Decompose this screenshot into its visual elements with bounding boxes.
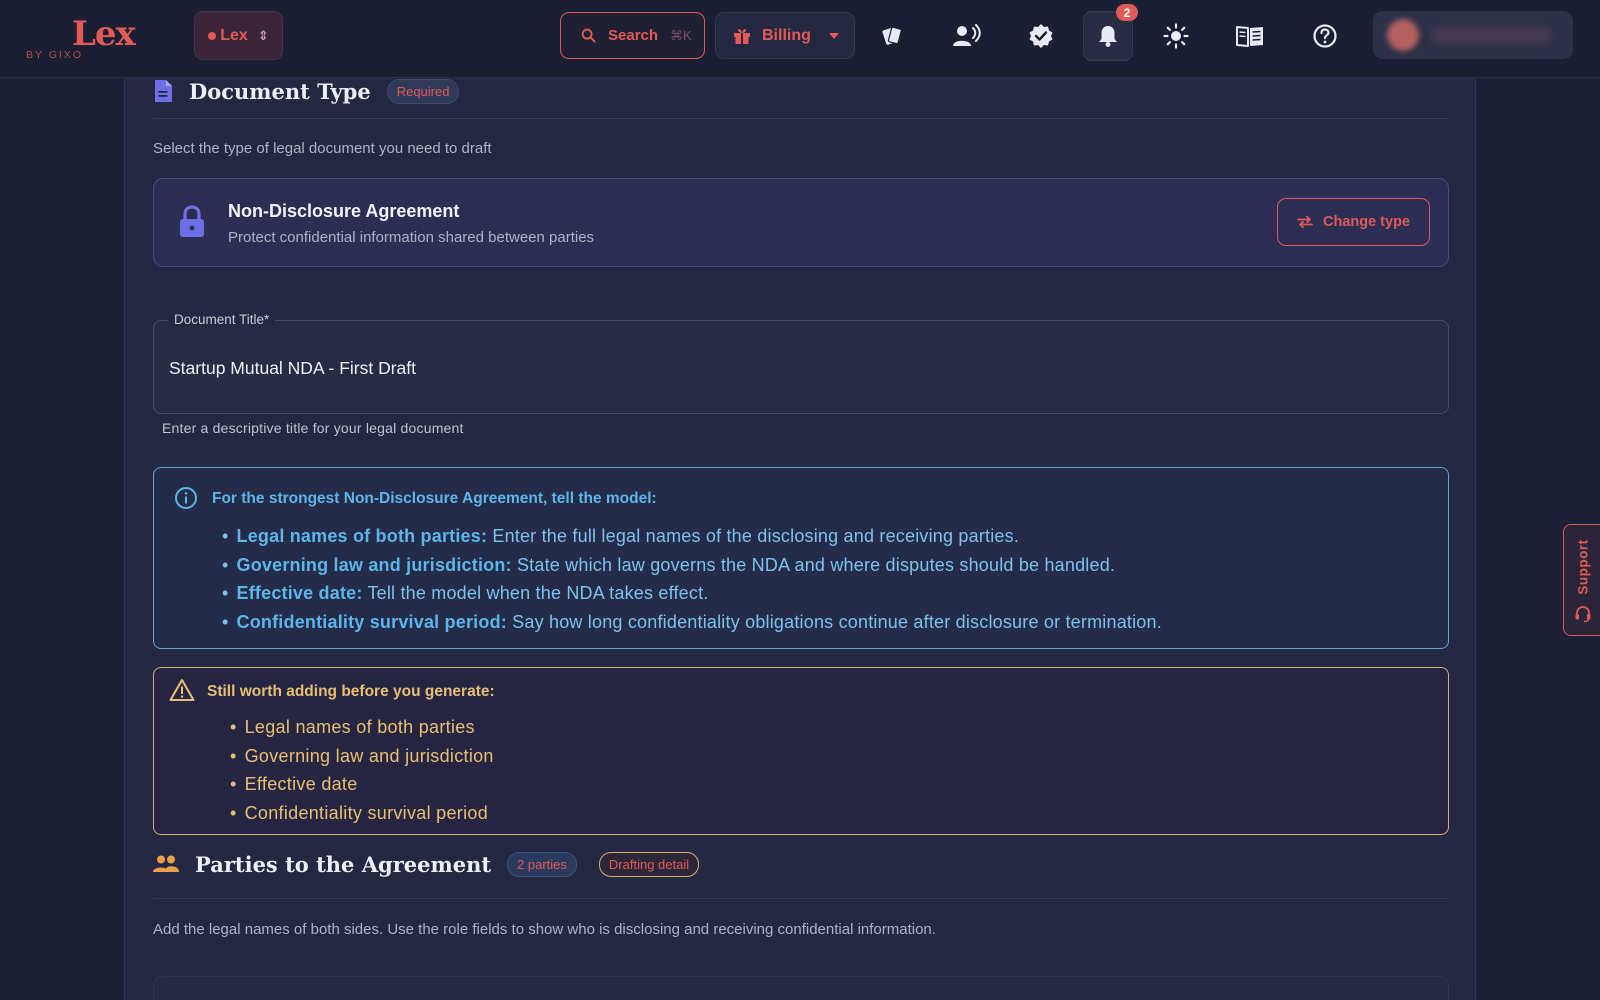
warning-heading: Still worth adding before you generate:: [207, 683, 495, 700]
help-button[interactable]: [1300, 11, 1350, 61]
drafting-detail-badge: Drafting detail: [598, 851, 700, 877]
change-type-label: Change type: [1322, 214, 1410, 230]
tip-term: Confidentiality survival period:: [236, 611, 507, 632]
notifications-button[interactable]: 2: [1083, 4, 1138, 61]
divider: [153, 898, 1449, 899]
user-name-redacted: [1431, 27, 1551, 43]
lock-icon: [180, 205, 204, 237]
workspace-switcher[interactable]: Lex ⇕: [194, 11, 283, 60]
gift-icon: [734, 28, 750, 44]
docs-button[interactable]: [1225, 11, 1275, 61]
main-panel: Document Type Required Select the type o…: [124, 78, 1476, 1000]
theme-toggle-button[interactable]: [1151, 11, 1201, 61]
brand-logo[interactable]: Lex BY GIXO: [26, 8, 146, 68]
billing-button[interactable]: Billing: [715, 12, 855, 59]
section-description: Add the legal names of both sides. Use t…: [153, 921, 936, 938]
search-shortcut: ⌘K: [670, 27, 692, 43]
people-icon: [153, 855, 179, 872]
tip-text: Say how long confidentiality obligations…: [506, 611, 1162, 632]
bell-icon: [1099, 26, 1117, 47]
tip-text: State which law governs the NDA and wher…: [511, 554, 1116, 575]
document-icon: [155, 80, 172, 102]
document-type-description: Protect confidential information shared …: [228, 229, 595, 246]
verified-button[interactable]: [1016, 11, 1066, 61]
voice-button[interactable]: [942, 11, 992, 61]
tip-text: Enter the full legal names of the disclo…: [487, 526, 1020, 546]
tip-term: Governing law and jurisdiction:: [236, 554, 512, 575]
list-item: Effective date: [242, 770, 494, 799]
document-type-name: Non-Disclosure Agreement: [228, 201, 460, 221]
chevron-up-down-icon: ⇕: [257, 28, 269, 43]
parties-header: Parties to the Agreement 2 parties Draft…: [153, 850, 700, 878]
section-description: Select the type of legal document you ne…: [153, 140, 492, 157]
brand-subtitle: BY GIXO: [26, 49, 83, 61]
tips-info-box: For the strongest Non-Disclosure Agreeme…: [153, 467, 1449, 649]
party-card: [153, 976, 1449, 1000]
list-item: Governing law and jurisdiction: [242, 742, 494, 771]
support-label: Support: [1575, 539, 1591, 595]
workspace-dot-icon: [208, 31, 217, 40]
tip-text: Tell the model when the NDA takes effect…: [362, 583, 709, 603]
caret-down-icon: [828, 32, 839, 39]
help-circle-icon: [1313, 24, 1337, 48]
swap-arrows-icon: [1297, 215, 1313, 229]
change-type-button[interactable]: Change type: [1277, 198, 1430, 246]
list-item: Effective date: Tell the model when the …: [234, 579, 1162, 608]
search-button[interactable]: Search ⌘K: [560, 12, 705, 59]
support-tab[interactable]: Support: [1563, 524, 1600, 636]
open-book-icon: [1236, 26, 1263, 47]
top-bar: Lex BY GIXO Lex ⇕ Search ⌘K Billing 2: [0, 0, 1600, 78]
workspace-label: Lex: [220, 26, 248, 44]
info-circle-icon: [175, 487, 197, 509]
verified-badge-icon: [1029, 24, 1053, 48]
cards-icon: [882, 26, 902, 45]
warning-triangle-icon: [169, 679, 195, 701]
list-item: Legal names of both parties: [242, 713, 494, 742]
parties-count-badge: 2 parties: [507, 851, 577, 877]
list-item: Confidentiality survival period: [242, 799, 494, 828]
search-icon: [581, 28, 596, 43]
list-item: Confidentiality survival period: Say how…: [234, 608, 1162, 637]
list-item: Legal names of both parties: Enter the f…: [234, 522, 1162, 551]
notification-count-badge: 2: [1116, 4, 1138, 21]
document-title-label: Document Title*: [168, 312, 276, 327]
tip-term: Effective date:: [236, 583, 363, 603]
document-title-helper: Enter a descriptive title for your legal…: [162, 420, 464, 436]
search-label: Search: [608, 27, 659, 44]
cards-button[interactable]: [867, 11, 917, 61]
document-title-field[interactable]: Document Title*: [153, 312, 1449, 414]
warning-list: Legal names of both parties Governing la…: [242, 713, 494, 827]
tips-list: Legal names of both parties: Enter the f…: [234, 522, 1162, 636]
voice-speaker-icon: [953, 24, 981, 46]
section-title: Document Type: [189, 78, 371, 104]
divider: [153, 118, 1449, 119]
warning-box: Still worth adding before you generate: …: [153, 667, 1449, 835]
tip-term: Legal names of both parties:: [236, 526, 488, 546]
headset-icon: [1575, 606, 1591, 623]
document-title-input[interactable]: [169, 355, 1429, 381]
avatar: [1387, 19, 1419, 51]
brand-name: Lex: [72, 14, 136, 54]
tips-heading: For the strongest Non-Disclosure Agreeme…: [212, 490, 657, 507]
billing-label: Billing: [762, 26, 811, 44]
section-title: Parties to the Agreement: [195, 851, 492, 877]
required-badge: Required: [386, 78, 460, 104]
document-type-header: Document Type Required: [153, 78, 460, 104]
selected-document-card[interactable]: Non-Disclosure Agreement Protect confide…: [153, 178, 1449, 267]
list-item: Governing law and jurisdiction: State wh…: [234, 551, 1162, 580]
user-profile-menu[interactable]: [1373, 11, 1573, 59]
sun-icon: [1163, 23, 1189, 49]
